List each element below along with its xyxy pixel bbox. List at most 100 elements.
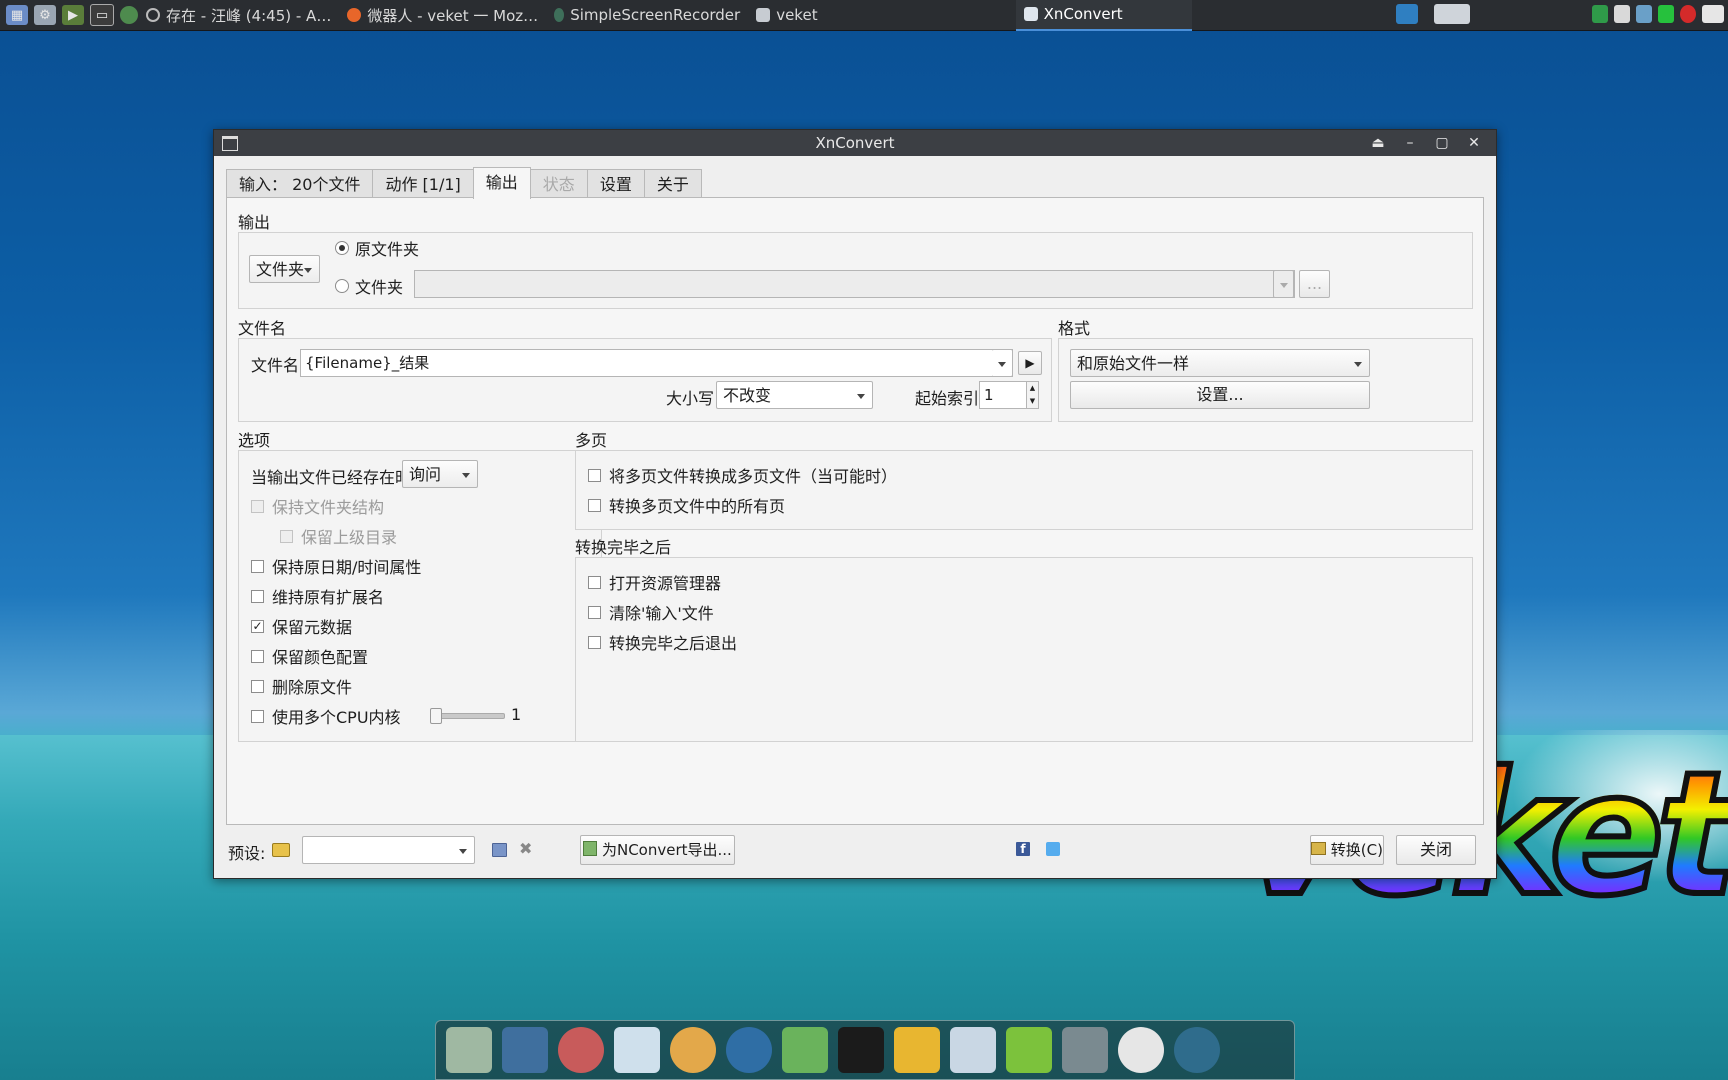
- tab-bar: 输入： 20个文件 动作 [1/1] 输出 状态 设置 关于: [226, 167, 702, 199]
- keep-color-profile-checkbox[interactable]: 保留颜色配置: [251, 644, 368, 668]
- menu-icon[interactable]: ▦: [6, 5, 28, 25]
- close-button[interactable]: 关闭: [1396, 835, 1476, 865]
- globe-icon[interactable]: [1174, 1027, 1220, 1073]
- chevron-down-icon: [462, 473, 470, 478]
- record-icon[interactable]: [1680, 5, 1696, 23]
- checkbox-indicator: [588, 635, 601, 649]
- twitter-icon[interactable]: [1046, 842, 1060, 856]
- play-icon[interactable]: ▶: [62, 5, 84, 25]
- tab-output[interactable]: 输出: [472, 167, 531, 199]
- monitor-icon[interactable]: [502, 1027, 548, 1073]
- after-group-title: 转换完毕之后: [575, 538, 672, 557]
- task-music-player[interactable]: 存在 - 汪峰 (4:45) - A…: [138, 0, 339, 30]
- power-icon[interactable]: [726, 1027, 772, 1073]
- tab-about[interactable]: 关于: [643, 169, 702, 199]
- task-screen-recorder[interactable]: SimpleScreenRecorder: [546, 0, 748, 30]
- close-icon[interactable]: ✕: [1458, 130, 1490, 156]
- cpu-count-value: 1: [511, 705, 522, 724]
- battery-icon[interactable]: [1658, 5, 1674, 23]
- network-icon[interactable]: [1636, 5, 1652, 23]
- filename-input[interactable]: {Filename}_结果: [300, 349, 1013, 377]
- shade-icon[interactable]: ⏏: [1362, 130, 1394, 156]
- save-icon[interactable]: [492, 843, 507, 857]
- task-label: SimpleScreenRecorder: [570, 6, 741, 24]
- format-settings-button[interactable]: 设置...: [1070, 381, 1370, 409]
- case-select[interactable]: 不改变: [716, 381, 873, 409]
- delete-icon[interactable]: ✖: [519, 839, 532, 858]
- checkbox-indicator: [251, 559, 264, 573]
- help-icon[interactable]: [1006, 1027, 1052, 1073]
- globe-icon[interactable]: [120, 6, 138, 24]
- maximize-icon[interactable]: ▢: [1426, 130, 1458, 156]
- clipboard-icon[interactable]: [1614, 5, 1630, 23]
- monitor-chart-icon[interactable]: [950, 1027, 996, 1073]
- checkbox-indicator: [251, 589, 264, 603]
- titlebar[interactable]: XnConvert ⏏ – ▢ ✕: [214, 130, 1496, 156]
- chevron-down-icon: [998, 362, 1006, 367]
- launcher-icon[interactable]: [446, 1027, 492, 1073]
- minimize-icon[interactable]: –: [1394, 130, 1426, 156]
- settings-icon[interactable]: ⚙: [34, 5, 56, 25]
- desktop-switcher-icon[interactable]: [1396, 4, 1418, 24]
- cpu-count-slider[interactable]: [430, 708, 505, 724]
- penguin-icon[interactable]: [838, 1027, 884, 1073]
- facebook-icon[interactable]: f: [1016, 842, 1030, 856]
- open-folder-icon[interactable]: [272, 843, 290, 857]
- radio-label: 原文件夹: [355, 240, 420, 259]
- paint-icon[interactable]: [670, 1027, 716, 1073]
- task-firefox[interactable]: 微器人 - veket 一 Moz…: [339, 0, 546, 30]
- checkbox-label: 保留上级目录: [301, 528, 398, 547]
- keep-date-checkbox[interactable]: 保持原日期/时间属性: [251, 554, 421, 578]
- workspace-icon[interactable]: [1434, 4, 1470, 24]
- exists-label: 当输出文件已经存在时: [251, 468, 412, 487]
- radio-original-folder[interactable]: 原文件夹: [335, 236, 419, 260]
- task-file-manager[interactable]: veket: [748, 0, 825, 30]
- format-select[interactable]: 和原始文件一样: [1070, 349, 1370, 377]
- checkbox-indicator: [280, 529, 293, 543]
- window-icon: [1023, 7, 1038, 21]
- tab-actions[interactable]: 动作 [1/1]: [372, 169, 474, 199]
- checkbox-label: 打开资源管理器: [609, 574, 722, 593]
- keyboard-icon[interactable]: [1702, 5, 1724, 23]
- exists-select[interactable]: 询问: [402, 460, 478, 488]
- output-group-title: 输出: [238, 213, 271, 232]
- delete-original-checkbox[interactable]: 删除原文件: [251, 674, 352, 698]
- shield-icon[interactable]: [1592, 5, 1608, 23]
- convert-button[interactable]: 转换(C): [1310, 835, 1384, 865]
- slider-handle[interactable]: [430, 708, 442, 724]
- exit-after-checkbox[interactable]: 转换完毕之后退出: [588, 630, 737, 654]
- filename-tokens-button[interactable]: ▶: [1018, 351, 1042, 375]
- brightness-icon[interactable]: [1118, 1027, 1164, 1073]
- keep-extension-checkbox[interactable]: 维持原有扩展名: [251, 584, 384, 608]
- convert-multipage-checkbox[interactable]: 将多页文件转换成多页文件（当可能时）: [588, 463, 897, 487]
- exit-icon[interactable]: [894, 1027, 940, 1073]
- clear-input-checkbox[interactable]: 清除'输入'文件: [588, 600, 714, 624]
- tab-settings[interactable]: 设置: [586, 169, 645, 199]
- drive-icon[interactable]: [1062, 1027, 1108, 1073]
- start-index-stepper[interactable]: ▲ ▼: [1026, 381, 1039, 409]
- export-nconvert-button[interactable]: 为NConvert导出...: [580, 835, 735, 865]
- radio-folder[interactable]: 文件夹: [335, 274, 403, 298]
- users-icon[interactable]: [782, 1027, 828, 1073]
- start-index-input[interactable]: 1: [979, 381, 1027, 409]
- hedgehog-icon[interactable]: [558, 1027, 604, 1073]
- tab-input[interactable]: 输入： 20个文件: [226, 169, 374, 199]
- filename-history-dropdown[interactable]: [992, 349, 1013, 377]
- format-group-title: 格式: [1058, 319, 1091, 338]
- keep-metadata-checkbox[interactable]: ✓ 保留元数据: [251, 614, 352, 638]
- checkbox-label: 保持原日期/时间属性: [272, 558, 422, 577]
- convert-all-pages-checkbox[interactable]: 转换多页文件中的所有页: [588, 493, 785, 517]
- multi-cpu-checkbox[interactable]: 使用多个CPU内核: [251, 704, 401, 728]
- checkbox-indicator: [588, 605, 601, 619]
- bottom-bar: 预设: ✖ 为NConvert导出... f 转换(C) 关闭: [226, 829, 1482, 869]
- browse-button: ...: [1299, 270, 1330, 298]
- destination-type-select[interactable]: 文件夹: [249, 255, 320, 283]
- preset-select[interactable]: [302, 836, 475, 864]
- task-xnconvert[interactable]: XnConvert: [1015, 0, 1192, 31]
- terminal-icon[interactable]: ▭: [90, 4, 114, 26]
- open-explorer-checkbox[interactable]: 打开资源管理器: [588, 570, 721, 594]
- checkbox-label: 删除原文件: [272, 678, 353, 697]
- keep-folder-structure-checkbox: 保持文件夹结构: [251, 494, 384, 518]
- editor-icon[interactable]: [614, 1027, 660, 1073]
- checkbox-indicator: [251, 679, 264, 693]
